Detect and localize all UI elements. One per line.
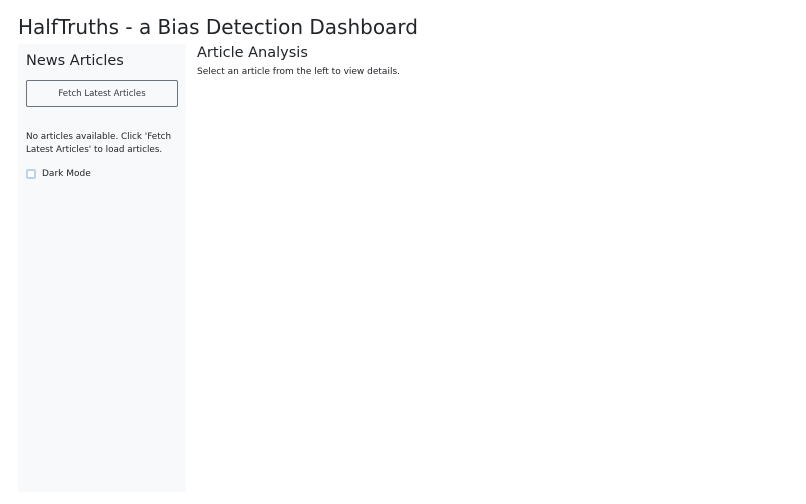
dark-mode-checkbox[interactable] bbox=[26, 169, 36, 179]
fetch-latest-articles-button[interactable]: Fetch Latest Articles bbox=[26, 80, 178, 107]
select-article-message: Select an article from the left to view … bbox=[197, 67, 400, 77]
sidebar: News Articles Fetch Latest Articles No a… bbox=[18, 44, 186, 492]
sidebar-title: News Articles bbox=[26, 53, 124, 69]
article-analysis-panel: Article Analysis Select an article from … bbox=[197, 44, 787, 79]
dark-mode-toggle[interactable]: Dark Mode bbox=[26, 169, 178, 179]
page-title: HalfTruths - a Bias Detection Dashboard bbox=[18, 15, 418, 39]
dark-mode-label[interactable]: Dark Mode bbox=[42, 169, 91, 179]
no-articles-message: No articles available. Click 'Fetch Late… bbox=[26, 132, 172, 155]
article-analysis-title: Article Analysis bbox=[197, 45, 308, 61]
dashboard-page: HalfTruths - a Bias Detection Dashboard … bbox=[0, 0, 806, 504]
